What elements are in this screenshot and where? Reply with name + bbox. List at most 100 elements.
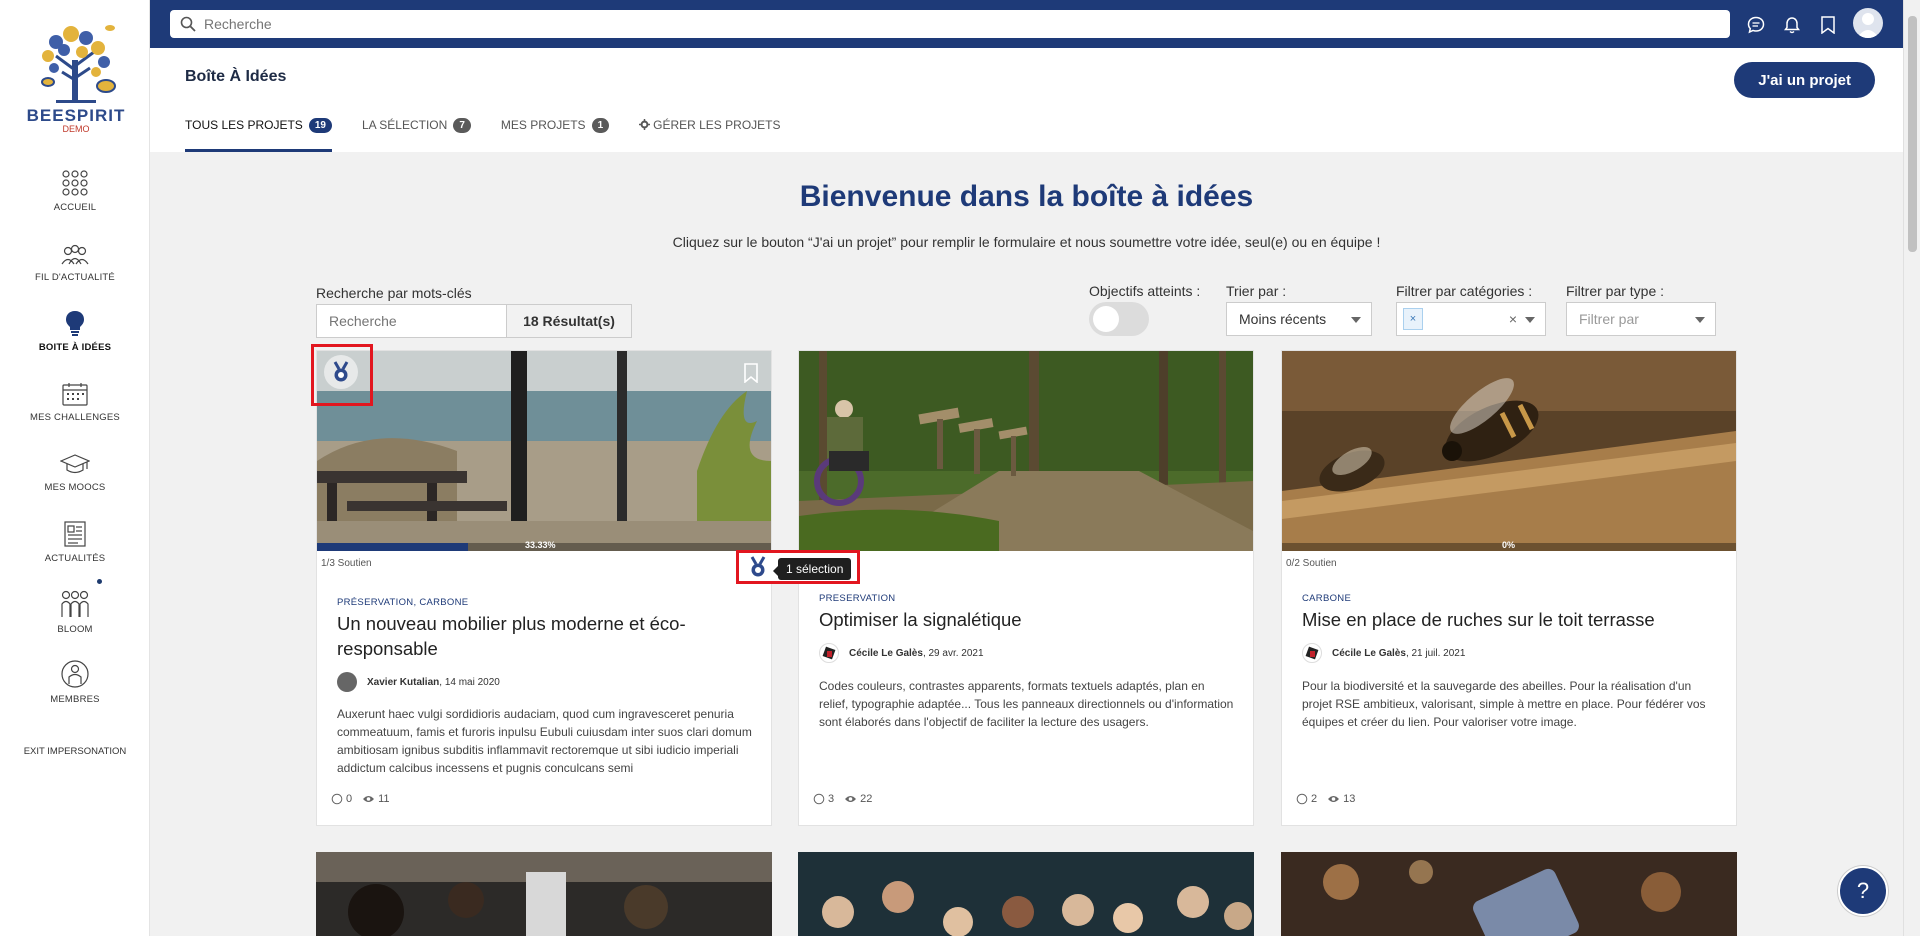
project-image: 33.33% [317,351,771,551]
top-bar [150,0,1903,48]
sidebar-item-label: BOITE À IDÉES [38,342,112,353]
card-title[interactable]: Mise en place de ruches sur le toit terr… [1302,607,1722,632]
comments-count: 2 [1311,793,1318,805]
results-count: 18 Résultat(s) [507,305,631,337]
views-count: 11 [378,793,390,805]
card-author: Cécile Le Galès , 21 juil. 2021 [1302,643,1465,663]
sidebar-item-mes-challenges[interactable]: MES CHALLENGES [0,382,150,423]
member-icon [61,660,89,688]
logo-text: BEESPIRIT [26,106,126,125]
page-header: Boîte À Idées J'ai un projet TOUS LES PR… [150,48,1903,152]
author-avatar [819,643,839,663]
sidebar-item-accueil[interactable]: ACCUEIL [0,170,150,213]
progress-fill [317,543,469,551]
sidebar-item-label: BLOOM [57,624,93,635]
tab-la-selection[interactable]: LA SÉLECTION 7 [362,114,471,152]
post-date: , 14 mai 2020 [439,676,500,688]
tab-count-badge: 19 [308,118,332,133]
sidebar-item-mes-moocs[interactable]: MES MOOCS [0,454,150,493]
comments-stat: 0 [331,793,352,805]
keyword-label: Recherche par mots-clés [316,285,472,301]
category-select[interactable]: × × [1396,302,1546,336]
sidebar-item-label: MES MOOCS [44,482,106,493]
search-icon [180,16,196,32]
comments-count: 3 [828,793,835,805]
objectives-toggle[interactable] [1089,302,1149,336]
top-icons [1745,8,1883,38]
bookmark-icon[interactable] [1817,14,1839,36]
forest-trail-photo [799,351,1253,551]
bell-icon[interactable] [1781,14,1803,36]
project-card[interactable]: 33.33% 1/3 Soutien PRÉSERVATION, CARBONE… [316,350,772,826]
sort-select[interactable]: Moins récents [1226,302,1372,336]
sidebar: BEESPIRIT DEMO ACCUEIL FIL D'ACTUALITÉ B… [0,0,150,936]
new-project-button[interactable]: J'ai un projet [1734,62,1875,98]
sidebar-item-actualites[interactable]: ACTUALITÉS [0,521,150,564]
exit-impersonation-link[interactable]: EXIT IMPERSONATION [0,746,150,757]
scrollbar[interactable] [1903,0,1920,936]
selection-tooltip-highlight: 1 sélection [736,550,860,584]
sidebar-item-fil-actualite[interactable]: FIL D'ACTUALITÉ [0,244,150,283]
help-button[interactable]: ? [1838,866,1888,916]
eye-icon [1328,796,1340,802]
project-image: 0% [1282,351,1736,551]
sidebar-item-membres[interactable]: MEMBRES [0,660,150,705]
chevron-down-icon [1525,317,1535,323]
user-avatar[interactable] [1853,8,1883,38]
card-title[interactable]: Un nouveau mobilier plus moderne et éco-… [337,611,757,661]
type-select[interactable]: Filtrer par [1566,302,1716,336]
tab-gerer-les-projets[interactable]: GÉRER LES PROJETS [639,114,781,152]
keyword-search: 18 Résultat(s) [316,304,632,338]
project-card-partial[interactable] [316,852,772,936]
chat-icon[interactable] [1745,14,1767,36]
category-chip[interactable]: × [1403,308,1423,330]
sidebar-item-label: MEMBRES [50,694,100,705]
card-author: Cécile Le Galès , 29 avr. 2021 [819,643,984,663]
logo-subtext: DEMO [62,124,90,134]
global-search[interactable] [170,10,1730,38]
selection-medal[interactable] [324,355,358,389]
comments-count: 0 [346,793,353,805]
comments-stat: 3 [813,793,834,805]
tab-mes-projets[interactable]: MES PROJETS 1 [501,114,610,152]
scrollbar-thumb[interactable] [1908,16,1917,252]
author-avatar-icon [822,646,836,660]
tab-label: TOUS LES PROJETS [185,118,303,132]
author-name: Xavier Kutalian [367,676,440,688]
page-title: Boîte À Idées [185,68,287,85]
keyword-search-input[interactable] [317,305,507,337]
project-card[interactable]: PRESERVATION Optimiser la signalétique C… [798,350,1254,826]
beespirit-logo[interactable]: BEESPIRIT DEMO [26,20,126,134]
tab-label: LA SÉLECTION [361,118,448,132]
selection-medal-highlight[interactable] [311,344,373,406]
team-icon [61,590,89,617]
chevron-down-icon [1351,317,1361,323]
sidebar-item-bloom[interactable]: BLOOM [0,590,150,635]
medal-icon[interactable] [747,556,769,578]
project-card[interactable]: 0% 0/2 Soutien CARBONE Mise en place de … [1281,350,1737,826]
type-placeholder: Filtrer par [1579,311,1639,327]
tab-tous-les-projets[interactable]: TOUS LES PROJETS 19 [185,114,332,152]
picnic-table-photo [317,351,771,551]
project-card-partial[interactable] [1281,852,1737,936]
project-card-partial[interactable] [798,852,1254,936]
objectives-label: Objectifs atteints : [1089,283,1201,299]
card-description: Auxerunt haec vulgi sordidioris audaciam… [337,707,752,775]
comments-stat: 2 [1296,793,1317,805]
global-search-input[interactable] [204,16,1704,32]
sidebar-item-boite-a-idees[interactable]: BOITE À IDÉES [0,310,150,353]
card-title[interactable]: Optimiser la signalétique [819,607,1239,632]
project-image [799,351,1253,551]
type-label: Filtrer par type : [1566,283,1665,299]
bees-photo [1282,351,1736,551]
card-description: Codes couleurs, contrastes apparents, fo… [819,679,1234,729]
clear-icon[interactable]: × [1509,311,1517,327]
tree-logo-icon [41,25,116,103]
welcome-title: Bienvenue dans la boîte à idées [799,180,1254,213]
progress-percent: 0% [1502,540,1516,550]
author-avatar [1302,643,1322,663]
welcome-subtitle: Cliquez sur le bouton “J'ai un projet” p… [672,234,1381,250]
bookmark-icon[interactable] [743,363,759,388]
eye-icon [845,796,857,802]
views-stat: 22 [844,793,872,805]
